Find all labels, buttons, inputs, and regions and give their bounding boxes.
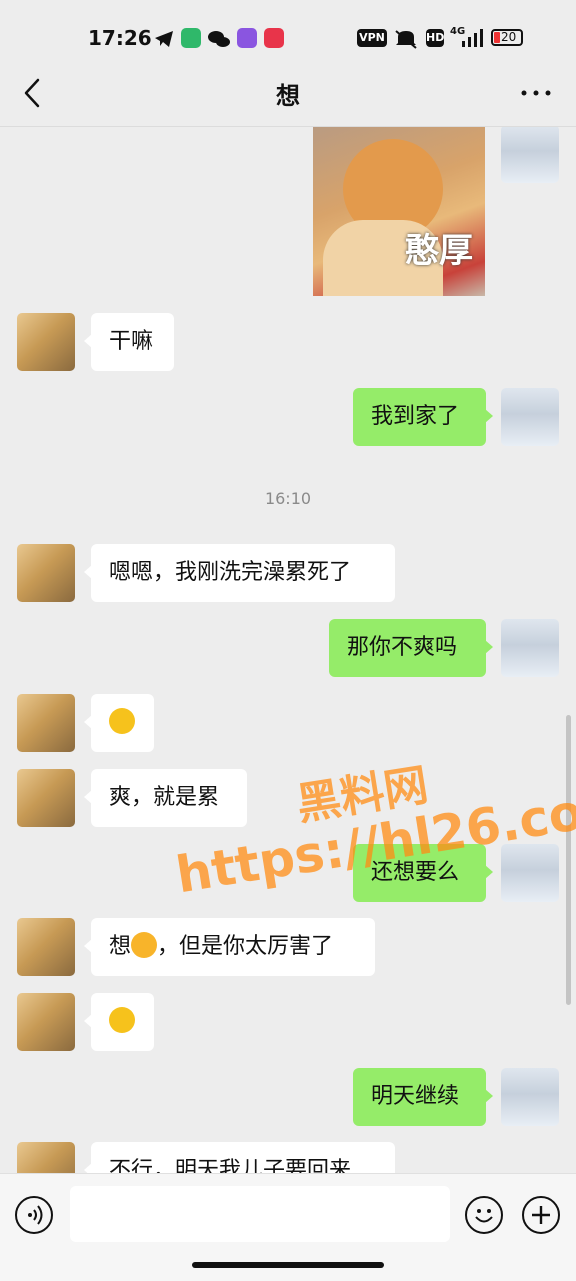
mute-icon [395,30,417,49]
avatar-contact[interactable] [17,769,75,827]
message-bubble[interactable]: 想 ，但是你太厉害了 [84,918,375,976]
voice-icon[interactable] [15,1196,53,1234]
status-bar: 17:26 VPN HD 4G 20 [0,0,576,62]
emoji-icon[interactable] [465,1196,503,1234]
more-dots-icon[interactable] [518,80,554,106]
message-bubble[interactable] [84,993,154,1051]
telegram-icon [155,31,173,47]
signal-icon [462,29,483,47]
flushed-emoji [109,708,135,734]
vpn-badge: VPN [357,29,387,47]
battery-icon: 20 [491,29,523,46]
sticker-caption: 憨厚 [405,231,473,271]
message-bubble[interactable] [84,694,154,752]
message-bubble[interactable]: 那你不爽吗 [329,619,493,677]
message-bubble[interactable]: 还想要么 [353,844,493,902]
hd-badge: HD [426,29,444,47]
message-text: ，但是你太厉害了 [157,934,334,959]
app-icon-green [181,28,201,48]
home-indicator[interactable] [192,1262,384,1268]
message-text: 想 [109,934,132,959]
avatar-self[interactable] [501,619,559,677]
avatar-contact[interactable] [17,1142,75,1173]
message-bubble[interactable]: 干嘛 [84,313,174,371]
cat-sticker[interactable]: 憨厚 [313,127,485,296]
wechat-icon [208,31,230,47]
heart-eyes-emoji [131,932,158,958]
chat-timestamp: 16:10 [264,489,312,508]
avatar-self[interactable] [501,388,559,446]
avatar-contact[interactable] [17,993,75,1051]
app-icon-red [264,28,284,48]
message-bubble[interactable]: 我到家了 [353,388,493,446]
avatar-self[interactable] [501,1068,559,1126]
message-bubble[interactable]: 不行，明天我儿子要回来 [84,1142,395,1173]
flushed-emoji [109,1007,135,1033]
status-time: 17:26 [88,26,152,50]
scrollbar[interactable] [566,715,571,1005]
app-icon-purple [237,28,257,48]
message-bubble[interactable]: 爽，就是累 [84,769,247,827]
message-bubble[interactable]: 明天继续 [353,1068,493,1126]
avatar-self[interactable] [501,127,559,183]
message-input[interactable] [70,1186,450,1242]
avatar-contact[interactable] [17,918,75,976]
avatar-contact[interactable] [17,313,75,371]
battery-level: 20 [501,30,517,44]
plus-icon[interactable] [522,1196,560,1234]
avatar-contact[interactable] [17,544,75,602]
avatar-self[interactable] [501,844,559,902]
page-title: 想 [276,82,300,110]
avatar-contact[interactable] [17,694,75,752]
chat-area[interactable]: 憨厚 干嘛 我到家了 16:10 嗯嗯，我刚洗完澡累死了 那你不爽吗 爽，就是累… [0,127,576,1173]
message-bubble[interactable]: 嗯嗯，我刚洗完澡累死了 [84,544,395,602]
chat-header: 想 [0,62,576,127]
